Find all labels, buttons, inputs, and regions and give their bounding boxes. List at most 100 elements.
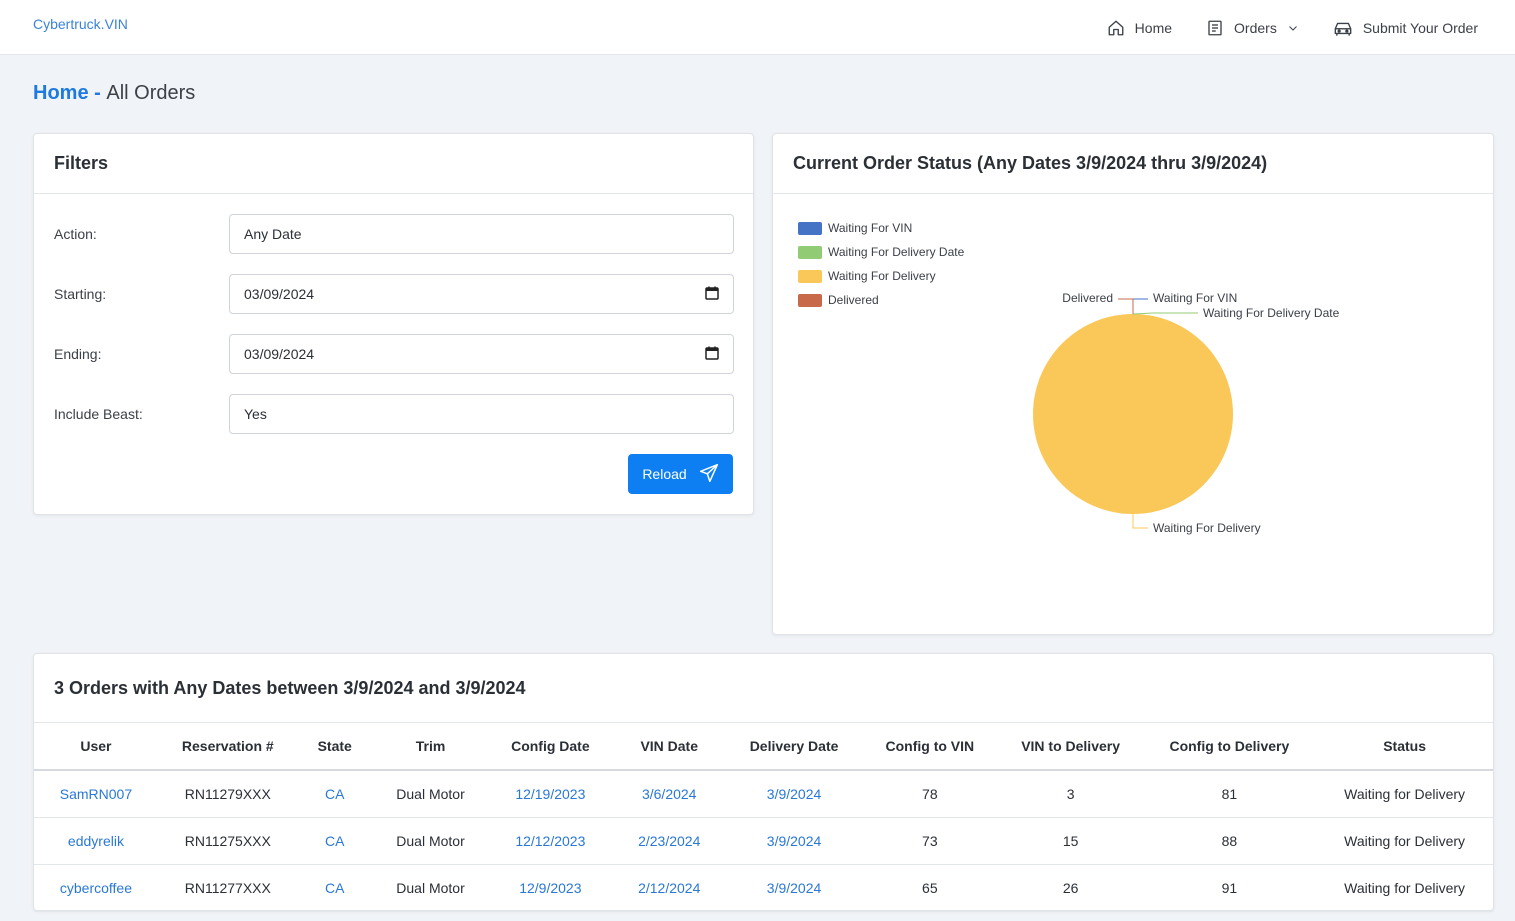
column-header[interactable]: VIN to Delivery xyxy=(998,723,1143,771)
nav-home[interactable]: Home xyxy=(1107,19,1172,37)
ending-date-input[interactable]: 03/09/2024 xyxy=(229,334,734,374)
column-header[interactable]: State xyxy=(297,723,372,771)
column-header[interactable]: Config to Delivery xyxy=(1142,723,1317,771)
starting-date-value: 03/09/2024 xyxy=(244,286,315,302)
table-cell: 15 xyxy=(998,817,1143,865)
filter-starting-row: Starting: 03/09/2024 xyxy=(54,274,734,314)
orders-table: User Reservation # State Trim Config Date VIN… xyxy=(34,723,1493,912)
column-header[interactable]: User xyxy=(34,723,158,771)
include-beast-value: Yes xyxy=(244,406,267,422)
top-navbar: Cybertruck.VIN Home Orders Submit Your O… xyxy=(0,0,1515,55)
column-header[interactable]: Status xyxy=(1316,723,1493,771)
main-nav: Home Orders Submit Your Order xyxy=(1107,0,1478,55)
nav-submit-label: Submit Your Order xyxy=(1362,19,1478,36)
ending-date-value: 03/09/2024 xyxy=(244,346,315,362)
column-header[interactable]: Config Date xyxy=(489,723,612,771)
table-cell: RN11277XXX xyxy=(157,864,298,912)
table-cell[interactable]: 2/12/2024 xyxy=(611,864,728,912)
pie-label-line xyxy=(1132,312,1198,315)
status-pie-chart: Waiting For VINWaiting For Delivery Date… xyxy=(1033,291,1340,535)
reload-label: Reload xyxy=(642,466,687,482)
table-cell: RN11279XXX xyxy=(157,770,298,818)
order-status-title: Current Order Status (Any Dates 3/9/2024… xyxy=(773,134,1493,194)
table-cell: 73 xyxy=(860,817,999,865)
table-cell: RN11275XXX xyxy=(157,817,298,865)
orders-title: 3 Orders with Any Dates between 3/9/2024… xyxy=(34,654,1493,723)
table-cell[interactable]: 12/19/2023 xyxy=(489,770,612,818)
ending-label: Ending: xyxy=(54,346,102,362)
table-cell[interactable]: 12/9/2023 xyxy=(489,864,612,912)
pie-slice-label: Delivered xyxy=(1062,291,1113,305)
table-row: SamRN007 RN11279XXX CA Dual Motor 12/19/2023… xyxy=(34,770,1493,818)
document-icon xyxy=(1206,19,1224,37)
filters-card: Filters Action: Any Date Starting: 03/09… xyxy=(33,133,754,515)
nav-orders-label: Orders xyxy=(1234,19,1277,36)
reload-button[interactable]: Reload xyxy=(628,454,733,494)
home-icon xyxy=(1107,19,1125,37)
table-row: eddyrelik RN11275XXX CA Dual Motor 12/12/202… xyxy=(34,817,1493,865)
chevron-down-icon xyxy=(1287,22,1299,34)
table-cell[interactable]: 3/6/2024 xyxy=(611,770,728,818)
table-cell: 81 xyxy=(1142,770,1317,818)
table-cell[interactable]: CA xyxy=(297,770,372,818)
table-cell[interactable]: cybercoffee xyxy=(34,864,158,912)
breadcrumb-home-link[interactable]: Home xyxy=(33,82,89,104)
orders-card: 3 Orders with Any Dates between 3/9/2024… xyxy=(33,653,1494,912)
column-header[interactable]: Reservation # xyxy=(157,723,298,771)
order-status-card: Current Order Status (Any Dates 3/9/2024… xyxy=(772,133,1494,635)
column-header[interactable]: Delivery Date xyxy=(727,723,861,771)
table-cell[interactable]: 3/9/2024 xyxy=(727,770,861,818)
pie-label-line xyxy=(1132,514,1148,529)
filters-title: Filters xyxy=(34,134,753,194)
table-cell[interactable]: eddyrelik xyxy=(34,817,158,865)
pie-slice-label: Waiting For Delivery Date xyxy=(1203,306,1340,320)
send-icon xyxy=(699,463,719,486)
pie-label-line xyxy=(1132,298,1148,314)
column-header[interactable]: VIN Date xyxy=(611,723,728,771)
include-beast-select[interactable]: Yes xyxy=(229,394,734,434)
pie-slice-label: Waiting For VIN xyxy=(1153,291,1237,305)
table-body: SamRN007 RN11279XXX CA Dual Motor 12/19/2023… xyxy=(34,770,1493,912)
column-header[interactable]: Config to VIN xyxy=(860,723,999,771)
table-cell: Waiting for Delivery xyxy=(1316,864,1493,912)
table-cell[interactable]: 2/23/2024 xyxy=(611,817,728,865)
pie-slice[interactable] xyxy=(1033,314,1233,514)
filter-beast-row: Include Beast: Yes xyxy=(54,394,734,434)
starting-label: Starting: xyxy=(54,286,107,302)
filter-action-row: Action: Any Date xyxy=(54,214,734,254)
calendar-icon[interactable] xyxy=(705,286,719,303)
table-cell: 91 xyxy=(1142,864,1317,912)
table-cell[interactable]: 3/9/2024 xyxy=(727,864,861,912)
table-cell[interactable]: SamRN007 xyxy=(34,770,158,818)
table-header-row: User Reservation # State Trim Config Date VIN… xyxy=(34,723,1493,771)
include-beast-label: Include Beast: xyxy=(54,406,143,422)
action-select[interactable]: Any Date xyxy=(229,214,734,254)
pie-label-line xyxy=(1118,298,1134,314)
pie-slice-label: Waiting For Delivery xyxy=(1153,521,1261,535)
table-cell: 78 xyxy=(860,770,999,818)
table-cell[interactable]: 12/12/2023 xyxy=(489,817,612,865)
calendar-icon[interactable] xyxy=(705,346,719,363)
table-cell: 65 xyxy=(860,864,999,912)
action-value: Any Date xyxy=(244,226,302,242)
column-header[interactable]: Trim xyxy=(371,723,490,771)
breadcrumb: Home - All Orders xyxy=(33,82,195,105)
table-cell: Dual Motor xyxy=(371,770,490,818)
nav-orders[interactable]: Orders xyxy=(1206,19,1299,37)
table-cell[interactable]: CA xyxy=(297,864,372,912)
brand-link[interactable]: Cybertruck.VIN xyxy=(33,16,128,32)
starting-date-input[interactable]: 03/09/2024 xyxy=(229,274,734,314)
action-label: Action: xyxy=(54,226,97,242)
table-cell: 3 xyxy=(998,770,1143,818)
table-cell: Waiting for Delivery xyxy=(1316,817,1493,865)
breadcrumb-separator: - xyxy=(88,82,107,104)
breadcrumb-current: All Orders xyxy=(106,82,196,104)
table-cell: Dual Motor xyxy=(371,864,490,912)
nav-home-label: Home xyxy=(1134,19,1173,36)
nav-submit-order[interactable]: Submit Your Order xyxy=(1333,19,1478,37)
table-row: cybercoffee RN11277XXX CA Dual Motor 12/9/20… xyxy=(34,864,1493,912)
filter-ending-row: Ending: 03/09/2024 xyxy=(54,334,734,374)
table-cell[interactable]: 3/9/2024 xyxy=(727,817,861,865)
table-cell[interactable]: CA xyxy=(297,817,372,865)
table-cell: 88 xyxy=(1142,817,1317,865)
